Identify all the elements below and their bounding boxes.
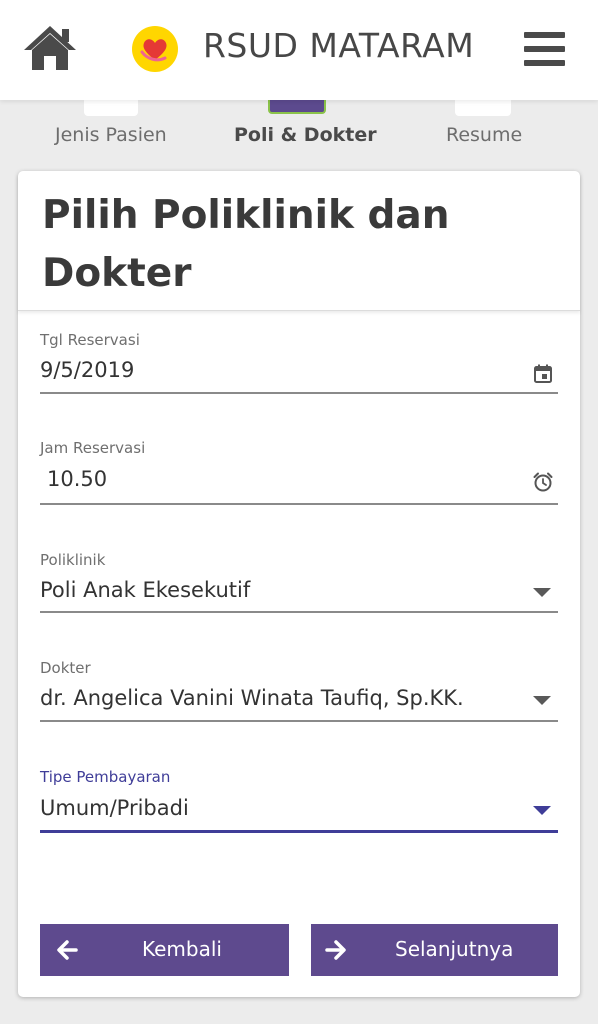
poliklinik-label: Poliklinik xyxy=(40,551,106,569)
form-card: Pilih Poliklinik dan Dokter Tgl Reservas… xyxy=(18,171,580,997)
tgl-reservasi-field[interactable]: Tgl Reservasi 9/5/2019 xyxy=(40,331,558,395)
tgl-reservasi-value[interactable]: 9/5/2019 xyxy=(40,358,134,382)
app-header: RSUD MATARAM xyxy=(0,0,598,100)
jam-reservasi-value[interactable]: 10.50 xyxy=(47,467,107,491)
step-indicator: Jenis Pasien Poli & Dokter Resume xyxy=(0,100,598,160)
step-label-resume[interactable]: Resume xyxy=(446,124,522,146)
tgl-reservasi-underline xyxy=(40,392,558,394)
hospital-logo xyxy=(132,26,178,72)
back-button[interactable]: Kembali xyxy=(40,924,289,976)
tipe-pembayaran-underline xyxy=(40,830,558,833)
next-button[interactable]: Selanjutnya xyxy=(311,924,558,976)
arrow-right-icon xyxy=(325,939,347,961)
hamburger-menu-icon xyxy=(524,32,566,66)
menu-button[interactable] xyxy=(524,32,566,68)
back-button-label: Kembali xyxy=(142,937,222,961)
jam-reservasi-field[interactable]: Jam Reservasi 10.50 xyxy=(40,439,558,505)
card-title: Pilih Poliklinik dan Dokter xyxy=(42,193,450,296)
home-icon xyxy=(24,26,76,70)
next-button-label: Selanjutnya xyxy=(395,937,514,961)
jam-reservasi-underline xyxy=(40,503,558,505)
tgl-reservasi-label: Tgl Reservasi xyxy=(40,331,140,349)
step-label-poli-dokter[interactable]: Poli & Dokter xyxy=(234,124,377,146)
dokter-value[interactable]: dr. Angelica Vanini Winata Taufiq, Sp.KK… xyxy=(40,686,464,710)
heart-hand-logo xyxy=(132,26,178,72)
chevron-down-icon[interactable] xyxy=(533,806,551,815)
dokter-label: Dokter xyxy=(40,659,91,677)
poliklinik-select[interactable]: Poliklinik Poli Anak Ekesekutif xyxy=(40,551,558,613)
calendar-icon[interactable] xyxy=(532,363,554,385)
step-marker-jenis-pasien xyxy=(84,100,138,116)
home-button[interactable] xyxy=(22,24,78,72)
step-marker-resume xyxy=(455,100,511,116)
poliklinik-underline xyxy=(40,611,558,613)
dokter-select[interactable]: Dokter dr. Angelica Vanini Winata Taufiq… xyxy=(40,659,558,723)
poliklinik-value[interactable]: Poli Anak Ekesekutif xyxy=(40,578,250,602)
app-title: RSUD MATARAM xyxy=(203,26,475,65)
tipe-pembayaran-select[interactable]: Tipe Pembayaran Umum/Pribadi xyxy=(40,768,558,834)
arrow-left-icon xyxy=(56,939,78,961)
tipe-pembayaran-value[interactable]: Umum/Pribadi xyxy=(40,796,189,820)
jam-reservasi-label: Jam Reservasi xyxy=(40,439,146,457)
alarm-clock-icon[interactable] xyxy=(532,471,554,493)
card-header: Pilih Poliklinik dan Dokter xyxy=(18,171,580,311)
tipe-pembayaran-label: Tipe Pembayaran xyxy=(40,768,171,786)
dokter-underline xyxy=(40,720,558,722)
step-marker-poli-dokter-active xyxy=(268,100,326,114)
chevron-down-icon[interactable] xyxy=(533,696,551,705)
chevron-down-icon[interactable] xyxy=(533,588,551,597)
step-label-jenis-pasien[interactable]: Jenis Pasien xyxy=(55,124,167,146)
